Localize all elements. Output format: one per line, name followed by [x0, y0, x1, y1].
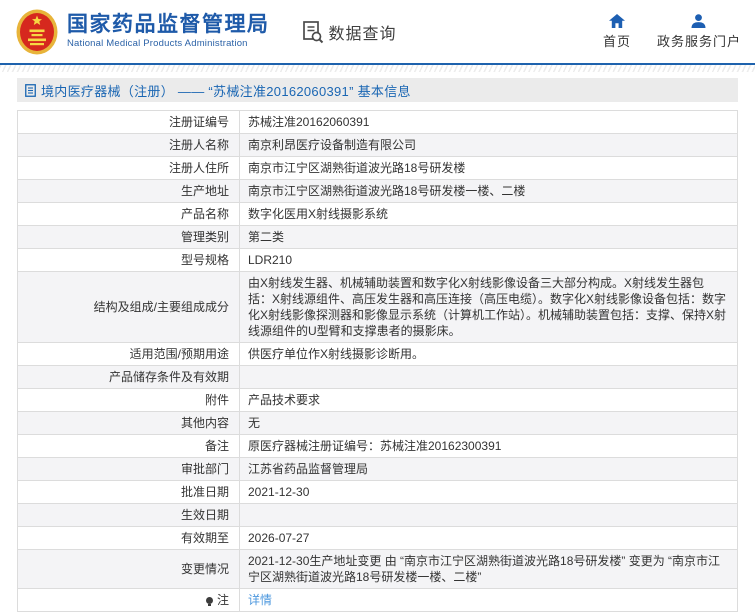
table-row: 其他内容无 [17, 411, 738, 435]
row-label: 审批部门 [17, 457, 240, 481]
row-label: 适用范围/预期用途 [17, 342, 240, 366]
row-label: 产品储存条件及有效期 [17, 365, 240, 389]
row-label: 型号规格 [17, 248, 240, 272]
table-row: 注详情 [17, 588, 738, 612]
row-value: 南京利昂医疗设备制造有限公司 [239, 133, 738, 157]
data-query-label: 数据查询 [328, 25, 397, 43]
table-row: 附件 产品技术要求 [17, 388, 738, 412]
home-icon [608, 13, 625, 28]
row-label: 其他内容 [17, 411, 240, 435]
document-icon [25, 83, 36, 97]
table-row: 生产地址 南京市江宁区湖熟街道波光路18号研发楼一楼、二楼 [17, 179, 738, 203]
row-label: 备注 [17, 434, 240, 458]
nav-gov-portal[interactable]: 政务服务门户 [656, 13, 741, 50]
national-emblem-icon [16, 9, 58, 54]
registration-info-table: 注册证编号 苏械注准20162060391 注册人名称 南京利昂医疗设备制造有限公司注… [17, 110, 738, 612]
row-value: 苏械注准20162060391 [239, 110, 738, 134]
table-row: 生效日期 [17, 503, 738, 527]
table-row: 产品储存条件及有效期 [17, 365, 738, 389]
table-row: 注册人名称 南京利昂医疗设备制造有限公司 [17, 133, 738, 157]
agency-name-en: National Medical Products Administration [67, 38, 248, 49]
row-value: 由X射线发生器、机械辅助装置和数字化X射线影像设备三大部分构成。X射线发生器包括… [239, 271, 738, 343]
row-label: 附件 [17, 388, 240, 412]
row-label: 生效日期 [17, 503, 240, 527]
row-value: 南京市江宁区湖熟街道波光路18号研发楼一楼、二楼 [239, 179, 738, 203]
user-icon [691, 13, 706, 28]
table-row: 批准日期 2021-12-30 [17, 480, 738, 504]
row-label: 产品名称 [17, 202, 240, 226]
nav-home[interactable]: 首页 [602, 13, 631, 50]
agency-name-cn: 国家药品监督管理局 [67, 13, 270, 36]
row-value: 2021-12-30 [239, 480, 738, 504]
row-value: LDR210 [239, 248, 738, 272]
row-value: 无 [239, 411, 738, 435]
info-table-body: 注册证编号 苏械注准20162060391 注册人名称 南京利昂医疗设备制造有限公司注… [17, 110, 738, 612]
row-label: 结构及组成/主要组成成分 [17, 271, 240, 343]
doc-search-icon [302, 20, 323, 43]
table-row: 审批部门 江苏省药品监督管理局 [17, 457, 738, 481]
table-row: 管理类别 第二类 [17, 225, 738, 249]
table-row: 结构及组成/主要组成成分 由X射线发生器、机械辅助装置和数字化X射线影像设备三大部… [17, 271, 738, 343]
row-value: 产品技术要求 [239, 388, 738, 412]
detail-link[interactable]: 详情 [248, 593, 272, 607]
table-row: 产品名称 数字化医用X射线摄影系统 [17, 202, 738, 226]
row-value: 原医疗器械注册证编号：苏械注准20162300391 [239, 434, 738, 458]
table-row: 备注 原医疗器械注册证编号：苏械注准20162300391 [17, 434, 738, 458]
data-query-tab[interactable]: 数据查询 [302, 20, 397, 44]
nav-gov-portal-label: 政务服务门户 [656, 33, 741, 49]
table-row: 注册证编号 苏械注准20162060391 [17, 110, 738, 134]
table-row: 型号规格 LDR210 [17, 248, 738, 272]
page-title: 境内医疗器械（注册） —— “苏械注准20162060391” 基本信息 [41, 83, 411, 99]
agency-name: 国家药品监督管理局 National Medical Products Admi… [67, 13, 270, 50]
row-value: 第二类 [239, 225, 738, 249]
row-label: 生产地址 [17, 179, 240, 203]
row-value [239, 503, 738, 527]
row-label: 注册人住所 [17, 156, 240, 180]
row-value: 供医疗单位作X射线摄影诊断用。 [239, 342, 738, 366]
row-value: 南京市江宁区湖熟街道波光路18号研发楼 [239, 156, 738, 180]
table-row: 有效期至 2026-07-27 [17, 526, 738, 550]
row-value: 2021-12-30生产地址变更 由 “南京市江宁区湖熟街道波光路18号研发楼”… [239, 549, 738, 589]
row-label: 注册人名称 [17, 133, 240, 157]
site-header: 国家药品监督管理局 National Medical Products Admi… [0, 0, 755, 65]
nav-home-label: 首页 [602, 33, 631, 49]
row-label: 注册证编号 [17, 110, 240, 134]
nmpa-logo[interactable]: 国家药品监督管理局 National Medical Products Admi… [16, 9, 270, 55]
row-label: 管理类别 [17, 225, 240, 249]
row-value: 数字化医用X射线摄影系统 [239, 202, 738, 226]
row-label: 批准日期 [17, 480, 240, 504]
row-label: 注 [17, 588, 240, 612]
table-row: 适用范围/预期用途 供医疗单位作X射线摄影诊断用。 [17, 342, 738, 366]
result-title-bar: 境内医疗器械（注册） —— “苏械注准20162060391” 基本信息 [17, 78, 738, 102]
row-value: 详情 [239, 588, 738, 612]
bulb-icon [205, 597, 213, 607]
row-label: 有效期至 [17, 526, 240, 550]
striped-divider [0, 65, 755, 72]
table-row: 变更情况 2021-12-30生产地址变更 由 “南京市江宁区湖熟街道波光路18号… [17, 549, 738, 589]
row-value: 江苏省药品监督管理局 [239, 457, 738, 481]
row-value: 2026-07-27 [239, 526, 738, 550]
table-row: 注册人住所 南京市江宁区湖熟街道波光路18号研发楼 [17, 156, 738, 180]
top-nav: 首页 政务服务门户 [602, 13, 741, 50]
row-value [239, 365, 738, 389]
row-label: 变更情况 [17, 549, 240, 589]
